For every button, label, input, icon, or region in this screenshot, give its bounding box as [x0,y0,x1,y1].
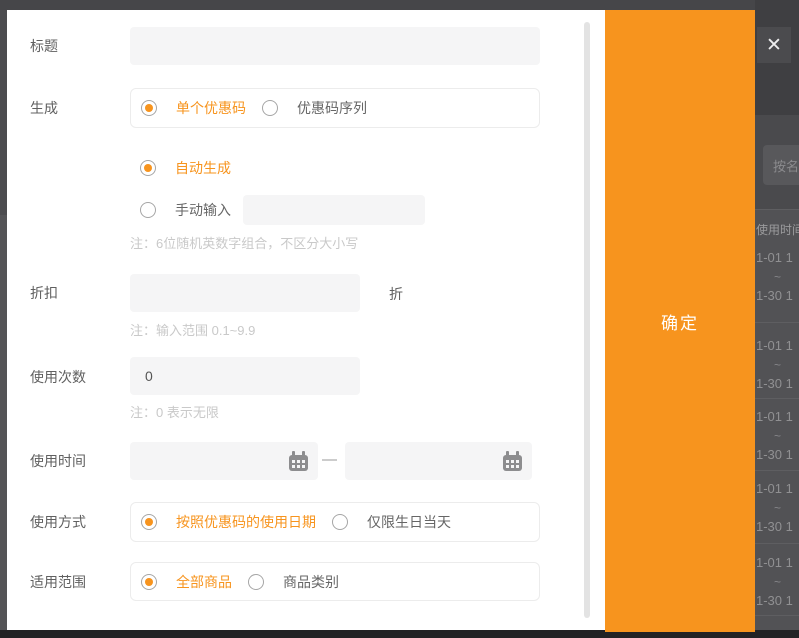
date-range-end: 1-30 1 [755,376,799,392]
date-range-start: 1-01 1 [755,338,799,354]
usage-count-input[interactable] [130,357,360,395]
date-range-separator: ~ [755,500,799,516]
table-row: 1-01 1 ~ 1-30 1 [755,555,799,612]
background-filter-label: 按名 [773,156,799,175]
discount-input[interactable] [130,274,360,312]
date-range-dash: — [322,451,337,468]
table-row: 1-01 1 ~ 1-30 1 [755,409,799,466]
discount-label: 折扣 [30,283,58,303]
generate-option-group: 单个优惠码 优惠码序列 [130,88,540,128]
radio-auto-generate[interactable] [140,160,156,176]
radio-by-coupon-date[interactable] [141,514,157,530]
date-range-separator: ~ [755,357,799,373]
date-range-separator: ~ [755,428,799,444]
radio-single-coupon[interactable] [141,100,157,116]
date-range-start: 1-01 1 [755,250,799,266]
manual-code-input[interactable] [243,195,425,225]
divider [755,615,799,616]
title-label: 标题 [30,36,58,56]
title-input[interactable] [130,27,540,65]
generate-label: 生成 [30,98,58,118]
discount-unit: 折 [389,284,403,304]
radio-manual-input-label[interactable]: 手动输入 [175,200,231,220]
close-button[interactable]: ✕ [757,27,791,63]
date-range-end: 1-30 1 [755,288,799,304]
divider [755,398,799,399]
radio-birthday-only[interactable] [332,514,348,530]
usage-time-label: 使用时间 [30,451,86,471]
radio-coupon-series-label[interactable]: 优惠码序列 [297,98,367,118]
usage-count-note: 注：0 表示无限 [130,402,219,421]
close-icon: ✕ [766,36,782,55]
radio-birthday-only-label[interactable]: 仅限生日当天 [367,512,451,532]
modal-scrollbar[interactable] [584,22,590,618]
usage-mode-label: 使用方式 [30,512,86,532]
radio-product-category[interactable] [248,574,264,590]
scope-label: 适用范围 [30,572,86,592]
overlay-left-upper [0,10,7,215]
auto-generate-row: 自动生成 [140,160,247,176]
background-column-header: 使用时间 [756,221,799,238]
date-range-separator: ~ [755,269,799,285]
divider [755,543,799,544]
table-row: 1-01 1 ~ 1-30 1 [755,338,799,395]
date-range-separator: ~ [755,574,799,590]
calendar-icon [503,455,522,471]
radio-manual-input[interactable] [140,202,156,218]
radio-coupon-series[interactable] [262,100,278,116]
calendar-icon [289,455,308,471]
radio-by-coupon-date-label[interactable]: 按照优惠码的使用日期 [176,512,316,532]
background-filter-button[interactable]: 按名 [763,145,799,185]
start-date-field[interactable] [130,442,318,480]
table-row: 1-01 1 ~ 1-30 1 [755,481,799,538]
confirm-button-label: 确定 [661,309,699,334]
date-range-start: 1-01 1 [755,409,799,425]
radio-single-coupon-label[interactable]: 单个优惠码 [176,98,246,118]
overlay-top [0,0,755,10]
divider [755,322,799,323]
date-range-start: 1-01 1 [755,481,799,497]
divider [755,470,799,471]
discount-note: 注：输入范围 0.1~9.9 [130,320,255,339]
generate-note: 注：6位随机英数字组合，不区分大小写 [130,233,358,252]
date-range-start: 1-01 1 [755,555,799,571]
end-date-field[interactable] [345,442,532,480]
usage-count-label: 使用次数 [30,367,86,387]
date-range-end: 1-30 1 [755,519,799,535]
radio-all-products-label[interactable]: 全部商品 [176,572,232,592]
table-row: 1-01 1 ~ 1-30 1 [755,250,799,307]
screen: 按名 使用时间 1-01 1 ~ 1-30 1 1-01 1 ~ 1-30 1 … [0,0,799,638]
date-range-end: 1-30 1 [755,447,799,463]
usage-mode-option-group: 按照优惠码的使用日期 仅限生日当天 [130,502,540,542]
radio-product-category-label[interactable]: 商品类别 [283,572,339,592]
radio-auto-generate-label[interactable]: 自动生成 [175,158,231,178]
date-range-end: 1-30 1 [755,593,799,609]
divider [755,209,799,210]
radio-all-products[interactable] [141,574,157,590]
scope-option-group: 全部商品 商品类别 [130,562,540,601]
background-page: 按名 使用时间 1-01 1 ~ 1-30 1 1-01 1 ~ 1-30 1 … [755,0,799,638]
confirm-button[interactable]: 确定 [605,10,755,632]
manual-input-row: 手动输入 [140,195,425,225]
